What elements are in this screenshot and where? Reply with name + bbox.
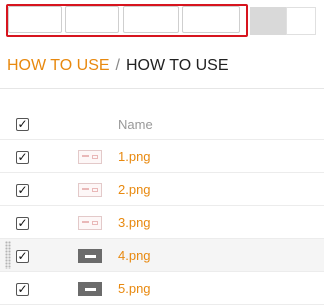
image-thumbnail-icon	[78, 249, 102, 263]
table-row[interactable]: ✓ 4.png	[0, 239, 324, 272]
table-row[interactable]: ✓ 1.png	[0, 140, 324, 173]
file-name-link[interactable]: 5.png	[118, 281, 151, 296]
toolbar	[0, 0, 324, 42]
breadcrumb-current: HOW TO USE	[125, 57, 229, 74]
image-thumbnail-icon	[78, 150, 102, 164]
table-row[interactable]: ✓ 2.png	[0, 173, 324, 206]
table-header-row: ✓ Name	[0, 107, 324, 140]
image-thumbnail-icon	[78, 183, 102, 197]
row-checkbox[interactable]: ✓	[16, 151, 29, 164]
file-name-link[interactable]: 2.png	[118, 182, 151, 197]
breadcrumb-divider	[0, 88, 324, 89]
breadcrumb: HOW TO USE / HOW TO USE	[7, 57, 229, 75]
toolbar-toggle-gray[interactable]	[250, 7, 286, 35]
file-name-link[interactable]: 1.png	[118, 149, 151, 164]
selection-highlight-box	[6, 4, 248, 37]
drag-handle-icon[interactable]	[5, 241, 11, 269]
file-name-link[interactable]: 4.png	[118, 248, 151, 263]
row-checkbox[interactable]: ✓	[16, 184, 29, 197]
breadcrumb-separator: /	[115, 57, 120, 74]
image-thumbnail-icon	[78, 282, 102, 296]
image-thumbnail-icon	[78, 216, 102, 230]
row-checkbox[interactable]: ✓	[16, 283, 29, 296]
column-header-name[interactable]: Name	[118, 117, 153, 132]
file-name-link[interactable]: 3.png	[118, 215, 151, 230]
toolbar-toggle-white[interactable]	[286, 7, 316, 35]
row-checkbox[interactable]: ✓	[16, 250, 29, 263]
table-row[interactable]: ✓ 3.png	[0, 206, 324, 239]
table-row[interactable]: ✓ 5.png	[0, 272, 324, 305]
row-checkbox[interactable]: ✓	[16, 217, 29, 230]
select-all-checkbox[interactable]: ✓	[16, 118, 29, 131]
breadcrumb-parent-link[interactable]: HOW TO USE	[7, 57, 110, 74]
